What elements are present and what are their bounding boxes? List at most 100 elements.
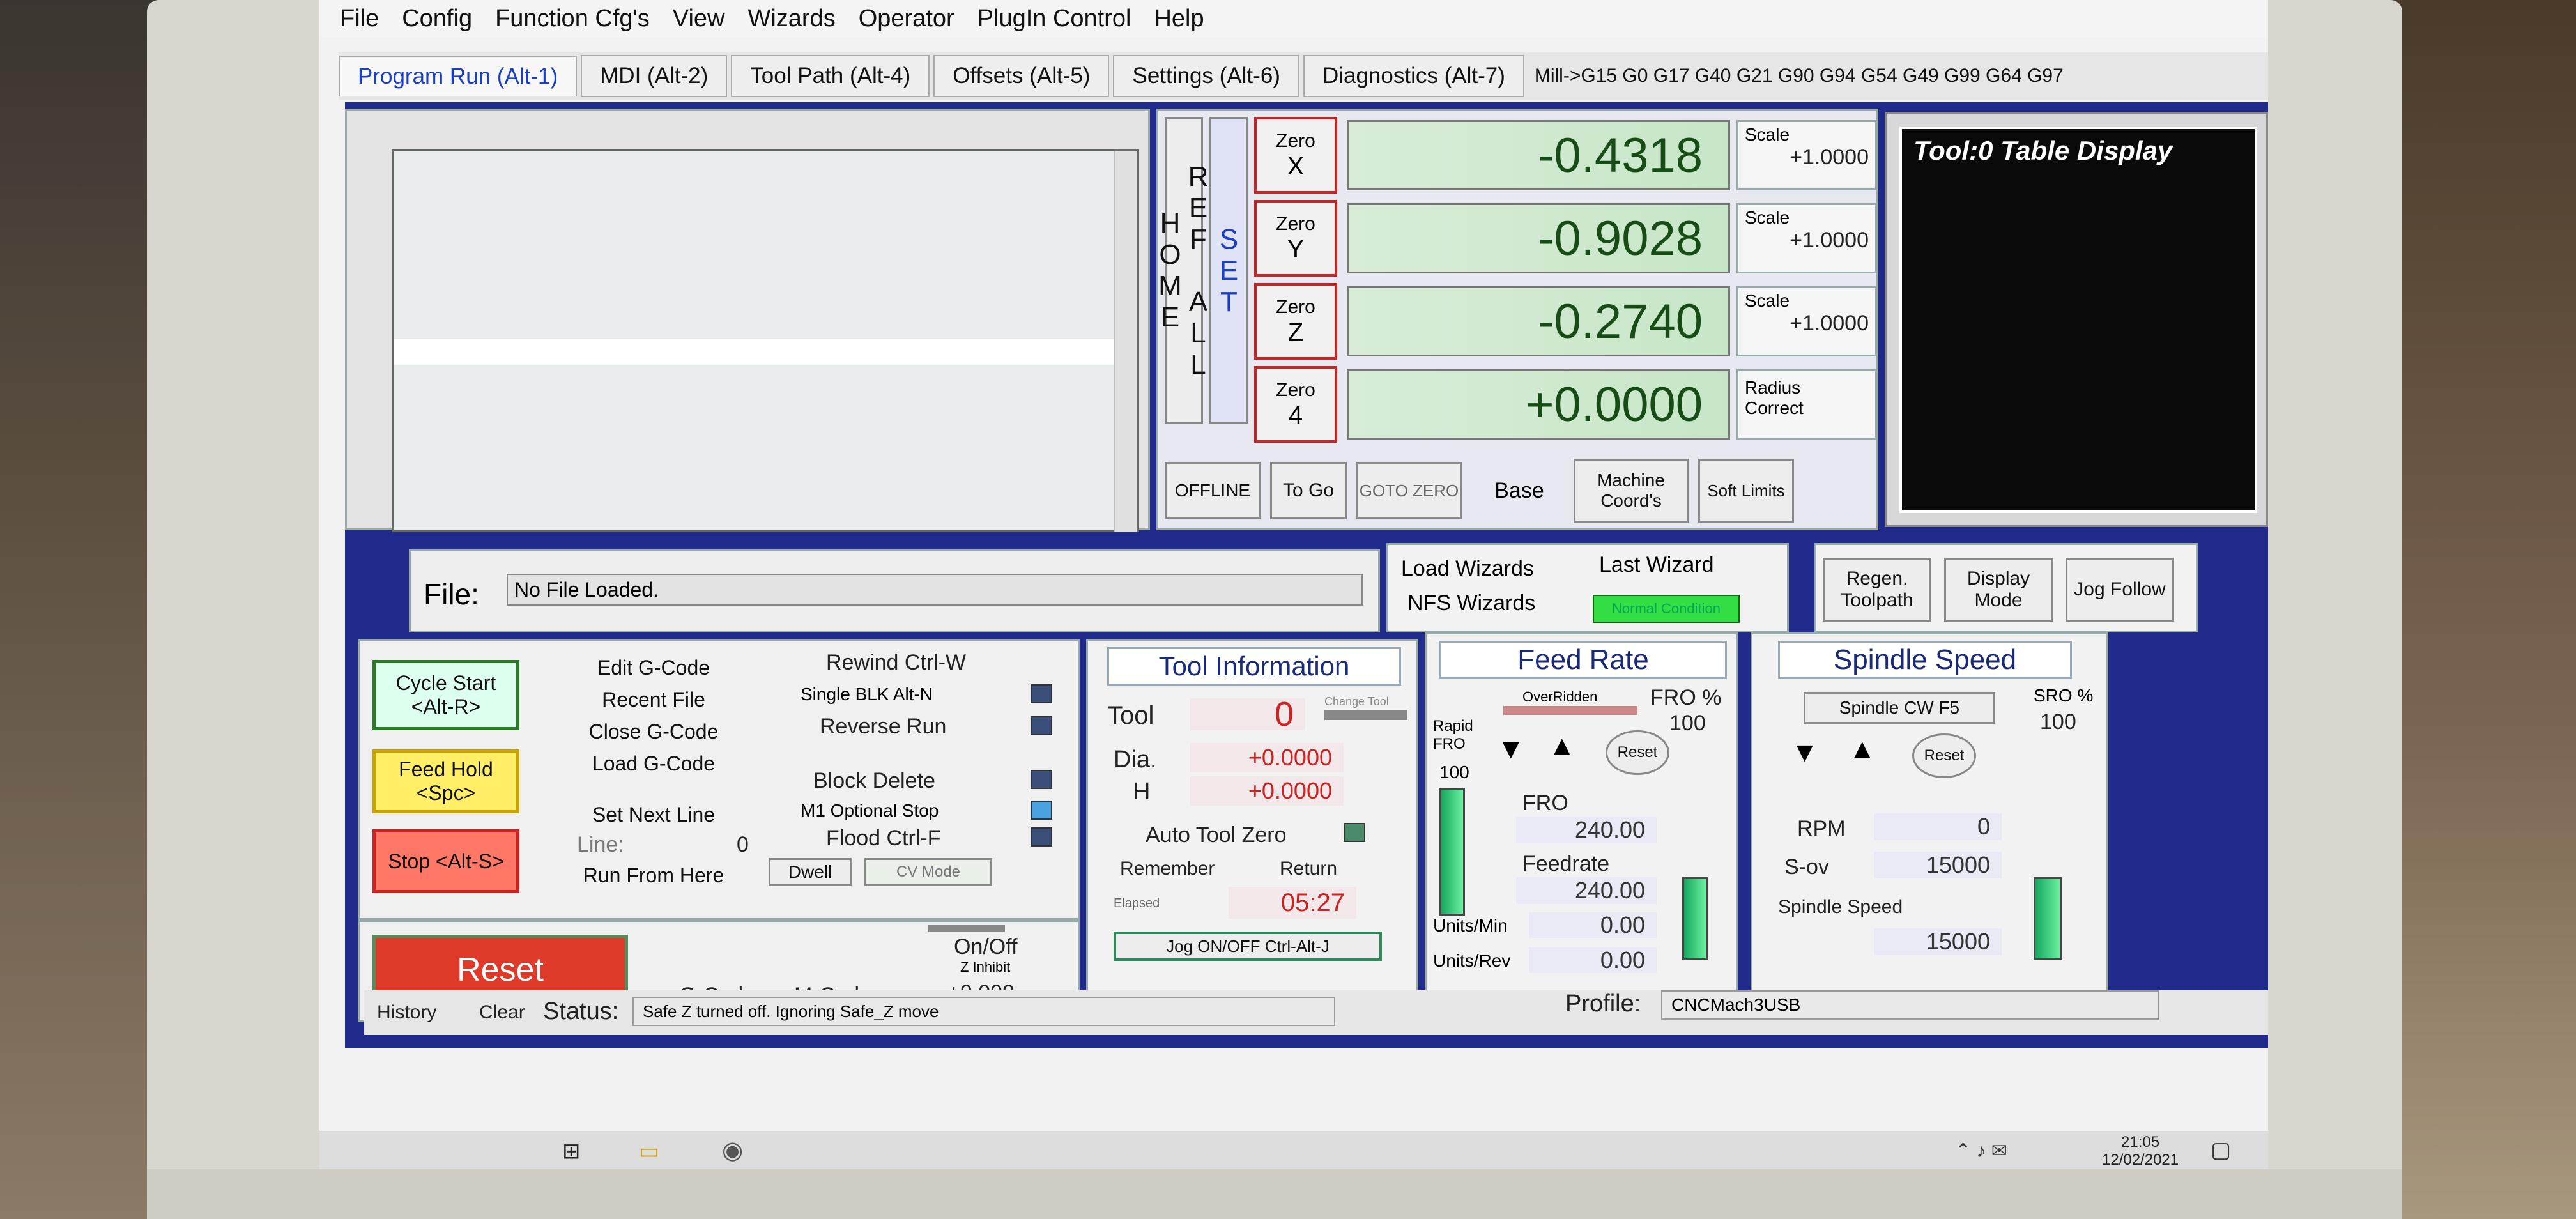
notification-icon[interactable]: ▢ bbox=[2211, 1137, 2231, 1163]
machine-coords-button[interactable]: Machine Coord's bbox=[1574, 459, 1689, 523]
dro-z[interactable]: -0.2740 bbox=[1347, 286, 1730, 356]
fro-down-icon[interactable]: ▼ bbox=[1497, 733, 1525, 765]
dwell-button[interactable]: Dwell bbox=[769, 858, 852, 886]
scale-z-value[interactable]: +1.0000 bbox=[1745, 311, 1869, 336]
dia-value[interactable]: +0.0000 bbox=[1190, 743, 1344, 772]
auto-tool-zero-button[interactable]: Auto Tool Zero bbox=[1146, 823, 1287, 848]
fro-up-icon[interactable]: ▲ bbox=[1548, 730, 1576, 762]
cycle-start-button[interactable]: Cycle Start <Alt-R> bbox=[372, 660, 519, 730]
sov-label: S-ov bbox=[1784, 855, 1829, 879]
gcode-list[interactable] bbox=[392, 149, 1139, 532]
tool-number[interactable]: 0 bbox=[1190, 695, 1305, 733]
dro-4[interactable]: +0.0000 bbox=[1347, 369, 1730, 440]
tab-program-run[interactable]: Program Run (Alt-1) bbox=[339, 56, 578, 96]
remember-button[interactable]: Remember bbox=[1120, 858, 1215, 880]
edit-gcode-button[interactable]: Edit G-Code bbox=[551, 654, 756, 682]
file-explorer-icon[interactable]: ▭ bbox=[639, 1138, 659, 1164]
tab-mdi[interactable]: MDI (Alt-2) bbox=[581, 55, 728, 97]
change-tool-button[interactable] bbox=[1324, 710, 1407, 720]
m1-optional-stop-button[interactable]: M1 Optional Stop bbox=[801, 801, 939, 821]
set-button[interactable]: SET bbox=[1209, 117, 1248, 424]
rapid-fro-bar[interactable] bbox=[1439, 788, 1465, 916]
clock[interactable]: 21:05 12/02/2021 bbox=[2102, 1133, 2179, 1169]
rpm-value[interactable]: 0 bbox=[1874, 813, 2002, 840]
feedrate-label: Feedrate bbox=[1522, 852, 1610, 876]
gcode-scrollbar[interactable] bbox=[1114, 151, 1137, 532]
close-gcode-button[interactable]: Close G-Code bbox=[551, 717, 756, 746]
background-desk-right bbox=[2377, 0, 2576, 1219]
recent-file-button[interactable]: Recent File bbox=[551, 686, 756, 714]
feedrate-value[interactable]: 240.00 bbox=[1516, 877, 1657, 904]
zero-4-button[interactable]: Zero 4 bbox=[1254, 366, 1337, 443]
tray-icons[interactable]: ⌃ ♪ ✉ bbox=[1955, 1140, 2007, 1162]
tab-strip: Program Run (Alt-1) MDI (Alt-2) Tool Pat… bbox=[339, 52, 2268, 100]
menu-wizards[interactable]: Wizards bbox=[747, 5, 835, 33]
fro-value[interactable]: 240.00 bbox=[1516, 816, 1657, 843]
zero-x-label: Zero bbox=[1276, 130, 1315, 151]
scale-z-label: Scale bbox=[1745, 291, 1790, 310]
feedrate-bar[interactable] bbox=[1682, 877, 1708, 960]
mach3-taskbar-icon[interactable]: ◉ bbox=[722, 1136, 743, 1165]
tab-tool-path[interactable]: Tool Path (Alt-4) bbox=[731, 55, 930, 97]
menu-view[interactable]: View bbox=[673, 5, 725, 33]
radius-correct[interactable]: Radius Correct bbox=[1736, 369, 1877, 440]
nfs-wizards-button[interactable]: NFS Wizards bbox=[1407, 591, 1535, 616]
cv-mode-button[interactable]: CV Mode bbox=[864, 858, 992, 886]
flood-button[interactable]: Flood Ctrl-F bbox=[826, 826, 940, 851]
zero-z-button[interactable]: Zero Z bbox=[1254, 283, 1337, 360]
scale-x-value[interactable]: +1.0000 bbox=[1745, 145, 1869, 170]
clear-button[interactable]: Clear bbox=[479, 1002, 525, 1023]
tab-settings[interactable]: Settings (Alt-6) bbox=[1113, 55, 1300, 97]
feed-hold-button[interactable]: Feed Hold <Spc> bbox=[372, 749, 519, 813]
to-go-button[interactable]: To Go bbox=[1270, 462, 1347, 519]
status-row: History Clear Status: Safe Z turned off.… bbox=[364, 990, 2268, 1035]
tab-offsets[interactable]: Offsets (Alt-5) bbox=[933, 55, 1110, 97]
offline-button[interactable]: OFFLINE bbox=[1165, 462, 1261, 519]
reverse-run-button[interactable]: Reverse Run bbox=[820, 714, 946, 739]
load-wizards-button[interactable]: Load Wizards bbox=[1401, 556, 1534, 581]
jog-follow-button[interactable]: Jog Follow bbox=[2066, 558, 2174, 622]
sro-reset-button[interactable]: Reset bbox=[1912, 733, 1976, 778]
line-value[interactable]: 0 bbox=[737, 832, 749, 857]
sro-down-icon[interactable]: ▼ bbox=[1791, 737, 1819, 769]
soft-limits-button[interactable]: Soft Limits bbox=[1698, 459, 1794, 523]
load-gcode-button[interactable]: Load G-Code bbox=[551, 749, 756, 778]
tab-diagnostics[interactable]: Diagnostics (Alt-7) bbox=[1303, 55, 1524, 97]
run-from-here-button[interactable]: Run From Here bbox=[551, 861, 756, 889]
h-value[interactable]: +0.0000 bbox=[1190, 776, 1344, 806]
elapsed-label: Elapsed bbox=[1114, 896, 1160, 910]
menu-operator[interactable]: Operator bbox=[859, 5, 954, 33]
zero-x-button[interactable]: Zero X bbox=[1254, 117, 1337, 194]
last-wizard-button[interactable]: Last Wizard bbox=[1599, 553, 1714, 578]
menu-plugin-control[interactable]: PlugIn Control bbox=[977, 5, 1131, 33]
dro-x[interactable]: -0.4318 bbox=[1347, 120, 1730, 190]
return-button[interactable]: Return bbox=[1280, 858, 1337, 880]
jog-onoff-button[interactable]: Jog ON/OFF Ctrl-Alt-J bbox=[1114, 931, 1382, 961]
sro-up-icon[interactable]: ▲ bbox=[1848, 733, 1876, 765]
single-block-button[interactable]: Single BLK Alt-N bbox=[801, 684, 933, 705]
rewind-button[interactable]: Rewind Ctrl-W bbox=[826, 650, 966, 675]
spindle-speed-bar[interactable] bbox=[2034, 877, 2062, 960]
spindle-speed-value[interactable]: 15000 bbox=[1874, 928, 2002, 955]
sov-value: 15000 bbox=[1874, 852, 2002, 878]
start-icon[interactable]: ⊞ bbox=[562, 1138, 581, 1164]
scale-x: Scale +1.0000 bbox=[1736, 120, 1877, 190]
stop-button[interactable]: Stop <Alt-S> bbox=[372, 829, 519, 893]
zero-y-button[interactable]: Zero Y bbox=[1254, 200, 1337, 277]
display-mode-button[interactable]: Display Mode bbox=[1944, 558, 2053, 622]
ref-all-home-button[interactable]: REF ALL HOME bbox=[1154, 117, 1214, 424]
block-delete-button[interactable]: Block Delete bbox=[813, 769, 935, 793]
menu-function-cfg[interactable]: Function Cfg's bbox=[495, 5, 650, 33]
menu-file[interactable]: File bbox=[340, 5, 379, 33]
goto-zero-button[interactable]: GOTO ZERO bbox=[1356, 462, 1462, 519]
spindle-cw-button[interactable]: Spindle CW F5 bbox=[1804, 692, 1995, 724]
dro-y[interactable]: -0.9028 bbox=[1347, 203, 1730, 273]
z-inhibit-onoff[interactable]: On/Off bbox=[954, 935, 1018, 960]
set-next-line-button[interactable]: Set Next Line bbox=[551, 801, 756, 829]
menu-config[interactable]: Config bbox=[402, 5, 472, 33]
scale-y-value[interactable]: +1.0000 bbox=[1745, 228, 1869, 253]
fro-reset-button[interactable]: Reset bbox=[1606, 730, 1669, 775]
history-button[interactable]: History bbox=[377, 1002, 436, 1023]
menu-help[interactable]: Help bbox=[1154, 5, 1204, 33]
regen-toolpath-button[interactable]: Regen. Toolpath bbox=[1823, 558, 1931, 622]
